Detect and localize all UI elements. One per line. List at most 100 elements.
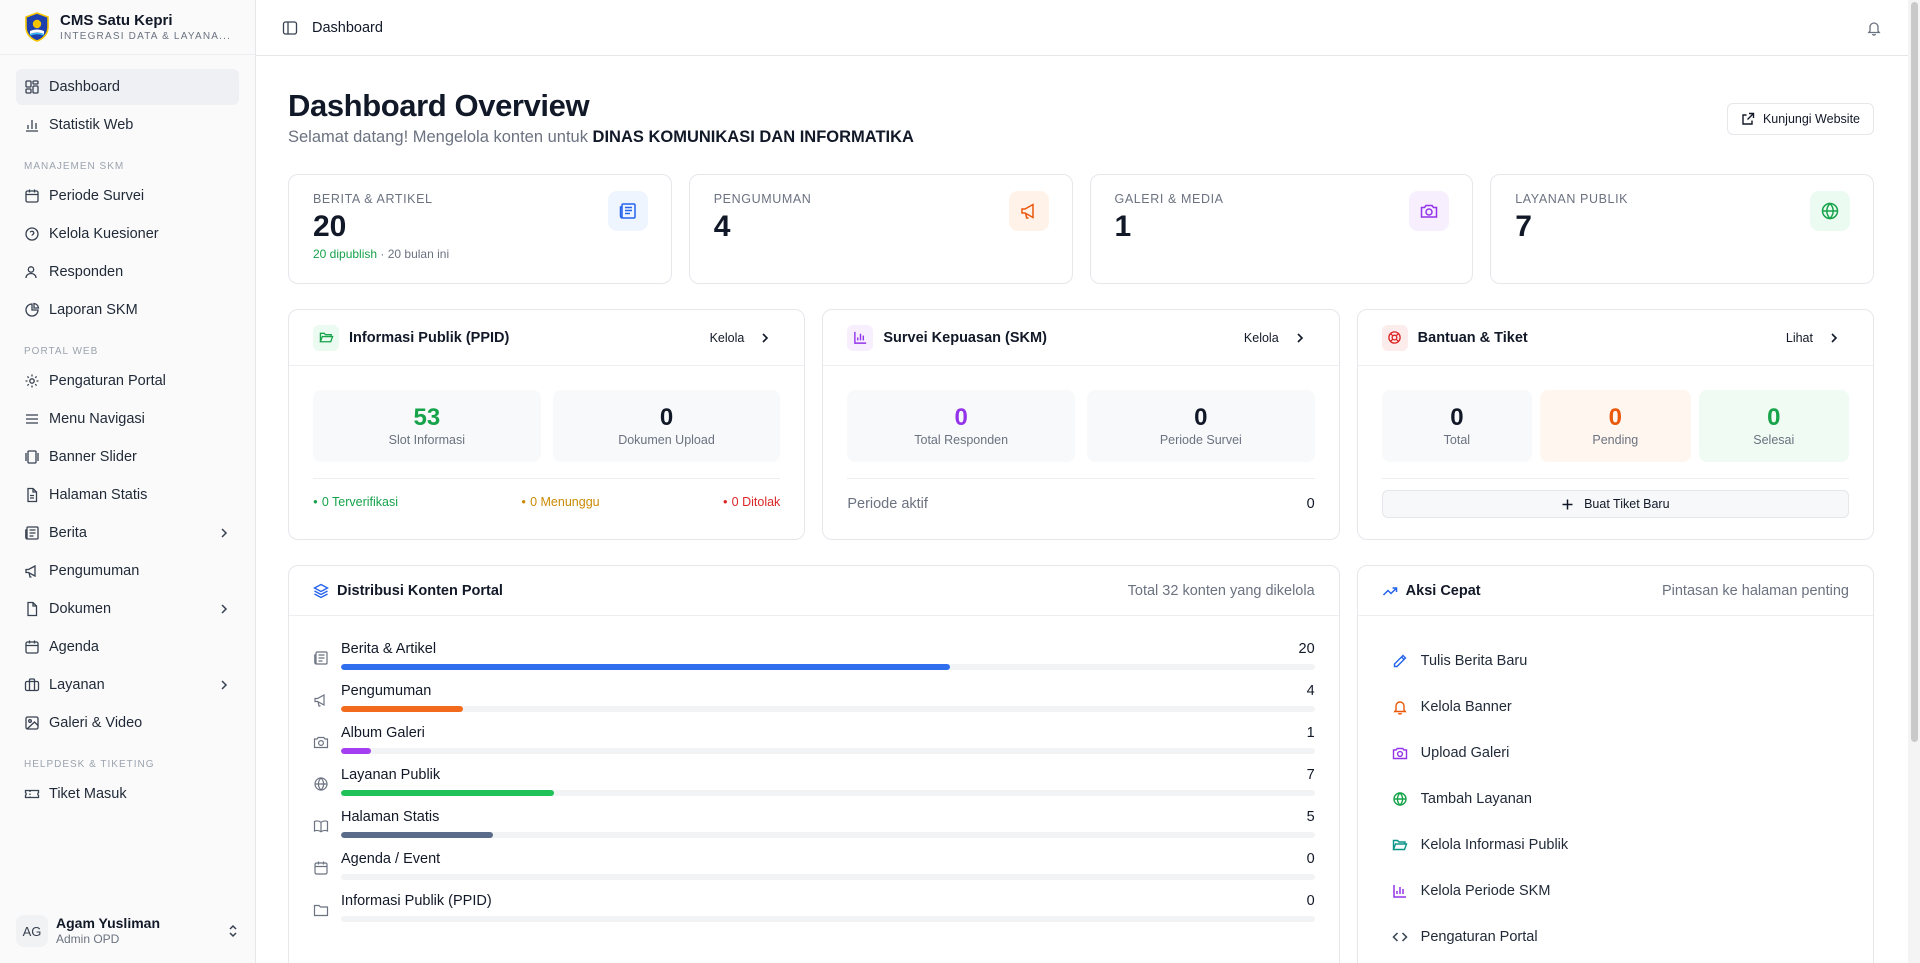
stat-label: BERITA & ARTIKEL xyxy=(313,192,433,206)
trending-up-icon xyxy=(1382,586,1397,596)
gear-icon xyxy=(25,374,39,388)
stat-card-galeri[interactable]: GALERI & MEDIA 1 xyxy=(1089,174,1474,284)
sidebar-item-label: Pengaturan Portal xyxy=(49,373,166,389)
page-subtitle: Selamat datang! Mengelola konten untuk D… xyxy=(288,128,914,147)
panel-header: Distribusi Konten Portal Total 32 konten… xyxy=(289,566,1339,616)
sidebar-item-agenda[interactable]: Agenda xyxy=(16,629,239,665)
sidebar-item-label: Menu Navigasi xyxy=(49,411,145,427)
stat-icon-box xyxy=(607,191,648,231)
sidebar-item-halaman-statis[interactable]: Halaman Statis xyxy=(16,477,239,513)
sidebar-item-responden[interactable]: Responden xyxy=(16,254,239,290)
summary-panels: Informasi Publik (PPID) Kelola 53 Slot I… xyxy=(288,309,1874,540)
new-ticket-label: Buat Tiket Baru xyxy=(1584,497,1670,511)
chevron-right-icon[interactable] xyxy=(217,602,231,616)
scrollbar-thumb[interactable] xyxy=(1911,2,1918,742)
distribution-value: 1 xyxy=(1306,725,1315,741)
skm-kelola-link[interactable]: Kelola xyxy=(1244,331,1315,345)
bell-icon[interactable] xyxy=(1866,20,1882,36)
stat-value: 20 xyxy=(313,210,347,243)
brand[interactable]: CMS Satu Kepri INTEGRASI DATA & LAYANA..… xyxy=(0,0,255,55)
quick-action-pengaturan-portal[interactable]: Pengaturan Portal xyxy=(1382,914,1849,960)
sidebar-item-label: Statistik Web xyxy=(49,117,134,133)
brand-subtitle: INTEGRASI DATA & LAYANA... xyxy=(60,30,232,42)
sidebar-item-berita[interactable]: Berita xyxy=(16,515,239,551)
user-menu[interactable]: AG Agam Yusliman Admin OPD xyxy=(16,913,240,949)
distribution-row: Pengumuman 4 xyxy=(313,682,1315,724)
stat-card-berita[interactable]: BERITA & ARTIKEL 20 20 dipublish · 20 bu… xyxy=(288,174,672,284)
status-ditolak: 0 Ditolak xyxy=(723,495,781,509)
sidebar-item-label: Berita xyxy=(49,525,87,541)
ticket-icon xyxy=(24,789,40,799)
chevron-right-icon[interactable] xyxy=(217,678,231,692)
tiket-lihat-link[interactable]: Lihat xyxy=(1786,331,1849,345)
stat-value: 4 xyxy=(713,210,731,243)
globe-icon xyxy=(1392,792,1407,806)
bar-chart-icon xyxy=(26,120,38,132)
stat-icon-box xyxy=(1810,191,1850,231)
quick-action-upload-galeri[interactable]: Upload Galeri xyxy=(1382,730,1849,776)
users-icon xyxy=(25,266,37,279)
quick-action-tambah-layanan[interactable]: Tambah Layanan xyxy=(1382,776,1849,822)
sidebar-item-laporan-skm[interactable]: Laporan SKM xyxy=(16,292,239,328)
stat-card-layanan[interactable]: LAYANAN PUBLIK 7 xyxy=(1490,174,1874,284)
stat-card-pengumuman[interactable]: PENGUMUMAN 4 xyxy=(688,174,1073,284)
bottom-panels: Distribusi Konten Portal Total 32 konten… xyxy=(288,565,1874,963)
tile-label: Total Responden xyxy=(914,433,1009,447)
quick-action-label: Pengaturan Portal xyxy=(1420,929,1538,945)
distribution-row: Layanan Publik 7 xyxy=(313,766,1315,808)
sidebar-item-dashboard[interactable]: Dashboard xyxy=(16,69,239,105)
ppid-kelola-link[interactable]: Kelola xyxy=(710,331,781,345)
sidebar-nav: Dashboard Statistik Web MANAJEMEN SKM Pe… xyxy=(0,55,255,812)
sidebar-item-pengumuman[interactable]: Pengumuman xyxy=(16,553,239,589)
avatar: AG xyxy=(16,915,48,947)
megaphone-icon xyxy=(314,693,325,707)
chevrons-up-down-icon[interactable] xyxy=(226,924,240,938)
distribution-track xyxy=(341,664,1315,670)
megaphone-icon xyxy=(1020,203,1034,219)
quick-action-tulis-berita[interactable]: Tulis Berita Baru xyxy=(1382,638,1849,684)
breadcrumb[interactable]: Dashboard xyxy=(312,20,1866,36)
sidebar-item-dokumen[interactable]: Dokumen xyxy=(16,591,239,627)
periode-aktif-label: Periode aktif xyxy=(847,496,928,512)
tile-slot-informasi: 53 Slot Informasi xyxy=(313,390,541,462)
chevron-right-icon xyxy=(1831,332,1838,343)
sidebar-item-banner-slider[interactable]: Banner Slider xyxy=(16,439,239,475)
sidebar-item-periode-survei[interactable]: Periode Survei xyxy=(16,178,239,214)
panel-icon-box xyxy=(1381,324,1408,351)
bar-chart-icon xyxy=(854,331,866,344)
distribution-value: 0 xyxy=(1306,893,1315,909)
link-label: Lihat xyxy=(1785,330,1813,345)
page-title: Dashboard Overview xyxy=(288,88,590,123)
quick-action-kelola-banner[interactable]: Kelola Banner xyxy=(1382,684,1849,730)
quick-action-kelola-periode-skm[interactable]: Kelola Periode SKM xyxy=(1382,868,1849,914)
sidebar-item-galeri-video[interactable]: Galeri & Video xyxy=(16,705,239,741)
sidebar-item-menu-navigasi[interactable]: Menu Navigasi xyxy=(16,401,239,437)
distribution-row: Agenda / Event 0 xyxy=(313,850,1315,892)
chevron-right-icon[interactable] xyxy=(217,526,231,540)
bell-icon xyxy=(1392,701,1407,715)
sidebar-toggle-icon[interactable] xyxy=(282,20,298,36)
visit-website-button[interactable]: Kunjungi Website xyxy=(1726,103,1874,135)
sidebar-item-pengaturan-portal[interactable]: Pengaturan Portal xyxy=(16,363,239,399)
distribution-list: Berita & Artikel 20 Pengumuman 4 Album Gal… xyxy=(289,616,1339,934)
sidebar-item-tiket-masuk[interactable]: Tiket Masuk xyxy=(16,776,239,812)
sidebar-item-layanan[interactable]: Layanan xyxy=(16,667,239,703)
page-scrollbar[interactable] xyxy=(1908,0,1920,963)
distribution-label: Album Galeri xyxy=(341,725,425,741)
folder-icon xyxy=(313,904,329,917)
status-terverifikasi: 0 Terverifikasi xyxy=(313,495,398,509)
stat-note-month: · 20 bulan ini xyxy=(377,247,450,261)
sidebar-item-kelola-kuesioner[interactable]: Kelola Kuesioner xyxy=(16,216,239,252)
panel-title: Bantuan & Tiket xyxy=(1417,329,1528,346)
sidebar-item-statistik-web[interactable]: Statistik Web xyxy=(16,107,239,143)
link-label: Kelola xyxy=(709,330,745,345)
panel-skm: Survei Kepuasan (SKM) Kelola 0 Total Res… xyxy=(822,309,1340,540)
pie-chart-icon xyxy=(25,302,40,317)
quick-action-kelola-informasi-publik[interactable]: Kelola Informasi Publik xyxy=(1382,822,1849,868)
new-ticket-button[interactable]: Buat Tiket Baru xyxy=(1381,490,1849,518)
calendar-icon xyxy=(25,189,39,203)
distribution-track xyxy=(341,916,1315,922)
tile-value: 0 xyxy=(1767,404,1781,431)
newspaper-icon xyxy=(314,651,328,665)
file-icon xyxy=(27,487,38,503)
